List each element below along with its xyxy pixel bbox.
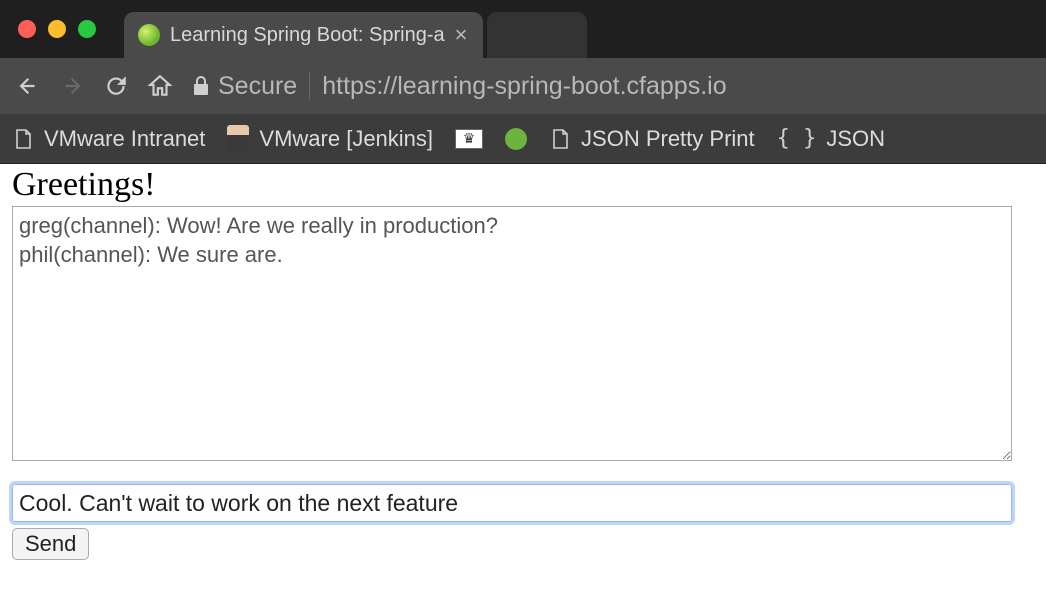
send-button[interactable]: Send: [12, 528, 89, 560]
address-divider: [309, 72, 310, 100]
bookmark-json[interactable]: { } JSON: [777, 126, 885, 152]
maximize-window-button[interactable]: [78, 20, 96, 38]
tab-strip: Learning Spring Boot: Spring-a ×: [124, 0, 587, 58]
crown-icon: ♛: [455, 129, 483, 149]
page-icon: [12, 128, 34, 150]
bookmark-label: JSON Pretty Print: [581, 126, 755, 152]
bookmark-spring[interactable]: [505, 128, 527, 150]
bookmark-label: VMware Intranet: [44, 126, 205, 152]
chat-log[interactable]: [12, 206, 1012, 461]
browser-chrome: Learning Spring Boot: Spring-a × Secure …: [0, 0, 1046, 164]
bookmark-vmware-intranet[interactable]: VMware Intranet: [12, 126, 205, 152]
bookmark-vmware-jenkins[interactable]: VMware [Jenkins]: [227, 125, 433, 153]
spring-favicon-icon: [138, 24, 160, 46]
bookmark-crown[interactable]: ♛: [455, 129, 483, 149]
forward-button[interactable]: [54, 68, 90, 104]
page-content: Greetings! Send: [0, 164, 1046, 572]
bookmark-json-pretty[interactable]: JSON Pretty Print: [549, 126, 755, 152]
minimize-window-button[interactable]: [48, 20, 66, 38]
braces-icon: { }: [777, 126, 817, 151]
close-tab-icon[interactable]: ×: [455, 24, 468, 46]
message-input[interactable]: [12, 484, 1012, 522]
window-controls: [0, 20, 96, 38]
secure-label: Secure: [218, 72, 297, 101]
page-heading: Greetings!: [12, 166, 1034, 204]
bookmarks-bar: VMware Intranet VMware [Jenkins] ♛ JSON …: [0, 114, 1046, 164]
browser-tab-active[interactable]: Learning Spring Boot: Spring-a ×: [124, 12, 483, 58]
toolbar: Secure https://learning-spring-boot.cfap…: [0, 58, 1046, 114]
tab-title: Learning Spring Boot: Spring-a: [170, 24, 445, 47]
page-icon: [549, 128, 571, 150]
bookmark-label: JSON: [826, 126, 885, 152]
back-button[interactable]: [10, 68, 46, 104]
lock-icon: [192, 75, 210, 97]
close-window-button[interactable]: [18, 20, 36, 38]
address-bar[interactable]: Secure https://learning-spring-boot.cfap…: [186, 68, 1036, 104]
bookmark-label: VMware [Jenkins]: [259, 126, 433, 152]
spring-icon: [505, 128, 527, 150]
browser-tab-inactive[interactable]: [487, 12, 587, 58]
home-button[interactable]: [142, 68, 178, 104]
reload-button[interactable]: [98, 68, 134, 104]
url-text: https://learning-spring-boot.cfapps.io: [322, 72, 726, 101]
secure-indicator[interactable]: Secure: [192, 72, 297, 101]
titlebar: Learning Spring Boot: Spring-a ×: [0, 0, 1046, 58]
jenkins-icon: [227, 125, 249, 153]
